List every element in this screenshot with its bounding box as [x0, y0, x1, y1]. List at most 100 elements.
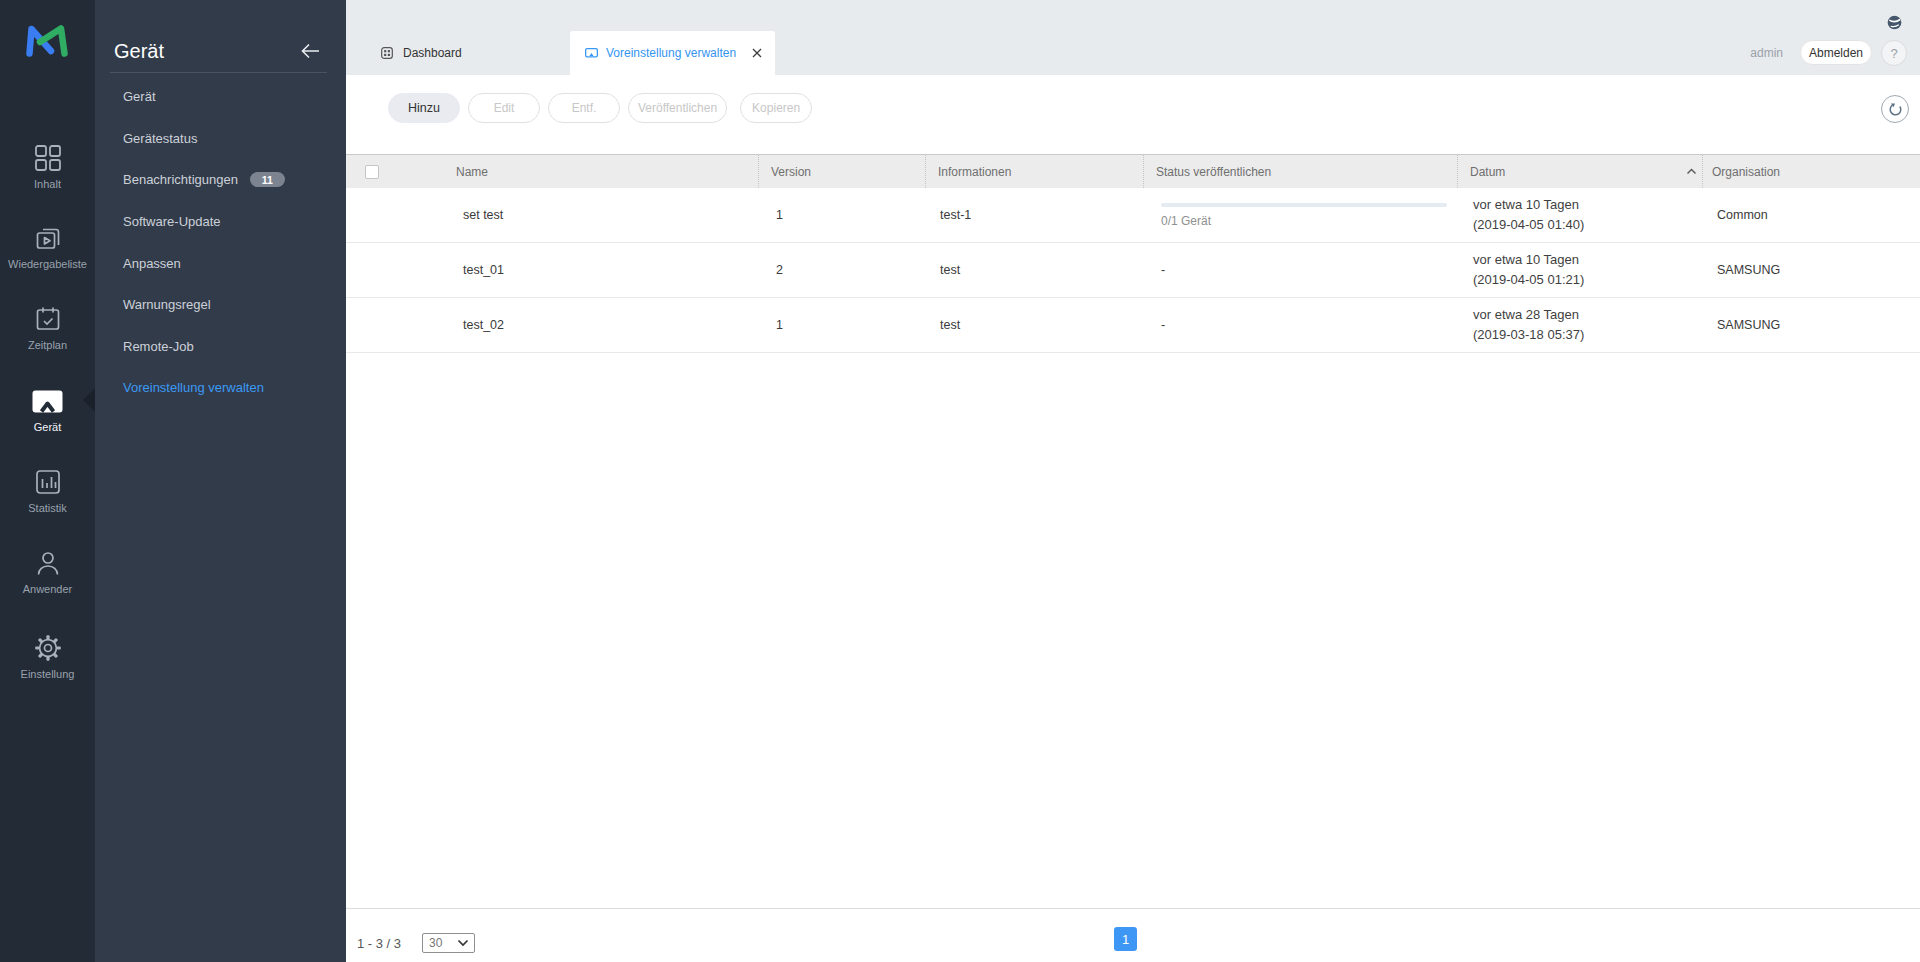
range-label: 1 - 3 / 3 — [357, 936, 401, 951]
toolbar-button-entf[interactable]: Entf. — [548, 93, 620, 123]
table-row[interactable]: test_01 2 test - vor etwa 10 Tagen(2019-04-0… — [346, 243, 1920, 298]
sidebar-collapse-arrow-icon[interactable] — [300, 43, 320, 63]
dashboard-icon — [381, 47, 393, 59]
sidebar-item-label: Voreinstellung verwalten — [123, 380, 264, 395]
toolbar-button-hinzu[interactable]: Hinzu — [388, 93, 460, 123]
cell-date-relative: vor etwa 28 Tagen — [1473, 305, 1579, 325]
toolbar: Hinzu Edit Entf. Veröffentlichen Kopieren — [346, 75, 1920, 154]
table-header: Name Version Informationen Status veröff… — [346, 154, 1920, 188]
sidebar-item-anpassen[interactable]: Anpassen — [123, 242, 346, 284]
notification-count-badge: 11 — [250, 172, 285, 187]
page-button-1[interactable]: 1 — [1114, 927, 1137, 951]
toolbar-button-veroeffentlichen[interactable]: Veröffentlichen — [628, 93, 727, 123]
tab-active-label: Voreinstellung verwalten — [606, 46, 736, 60]
sidebar-item-geraetestatus[interactable]: Gerätestatus — [123, 118, 346, 160]
main-content: Dashboard Voreinstellung verwalten — [346, 0, 1920, 962]
column-header-informationen[interactable]: Informationen — [925, 155, 1143, 188]
tab-bar: Dashboard Voreinstellung verwalten — [346, 0, 1920, 75]
chevron-down-icon — [457, 939, 469, 947]
grid-icon — [0, 143, 95, 173]
cell-name: test_01 — [463, 263, 504, 277]
rail-item-label: Wiedergabeliste — [0, 258, 95, 270]
sidebar-item-label: Anpassen — [123, 256, 181, 271]
column-header-version[interactable]: Version — [758, 155, 925, 188]
toolbar-button-edit[interactable]: Edit — [468, 93, 540, 123]
gear-icon — [0, 633, 95, 663]
refresh-button[interactable] — [1881, 95, 1909, 123]
tab-dashboard-label: Dashboard — [403, 46, 462, 60]
pagination-footer: 1 - 3 / 3 30 1 — [346, 908, 1920, 962]
refresh-icon — [1887, 101, 1904, 118]
sidebar-item-label: Software-Update — [123, 214, 221, 229]
rail-item-anwender[interactable]: Anwender — [0, 548, 95, 595]
rail-item-label: Inhalt — [0, 178, 95, 190]
cell-name: set test — [463, 208, 503, 222]
app-logo[interactable] — [25, 24, 69, 62]
sidebar-item-software-update[interactable]: Software-Update — [123, 201, 346, 243]
cell-organisation: SAMSUNG — [1717, 318, 1780, 332]
sidebar-item-benachrichtigungen[interactable]: Benachrichtigungen 11 — [123, 159, 346, 201]
sidebar-item-label: Warnungsregel — [123, 297, 211, 312]
rail-item-label: Einstellung — [0, 668, 95, 680]
cell-version: 2 — [776, 263, 783, 277]
column-header-datum[interactable]: Datum — [1457, 155, 1702, 188]
rail-item-wiedergabeliste[interactable]: Wiedergabeliste — [0, 223, 95, 270]
playlist-icon — [0, 223, 95, 253]
username: admin — [1750, 46, 1783, 60]
sidebar-item-label: Gerätestatus — [123, 131, 197, 146]
cell-status: - — [1161, 318, 1165, 332]
globe-icon[interactable] — [1887, 15, 1902, 34]
calendar-icon — [0, 304, 95, 334]
sidebar-item-label: Gerät — [123, 89, 156, 104]
sidebar: Gerät Gerät Gerätestatus Benachrichtigunge… — [95, 0, 346, 962]
logout-button[interactable]: Abmelden — [1800, 40, 1872, 65]
sidebar-item-label: Benachrichtigungen — [123, 172, 238, 187]
rail-item-label: Zeitplan — [0, 339, 95, 351]
cell-date-relative: vor etwa 10 Tagen — [1473, 195, 1579, 215]
sidebar-item-remote-job[interactable]: Remote-Job — [123, 326, 346, 368]
cell-date-absolute: (2019-03-18 05:37) — [1473, 325, 1584, 345]
cell-name: test_02 — [463, 318, 504, 332]
rail-item-label: Anwender — [0, 583, 95, 595]
cell-informationen: test — [940, 318, 960, 332]
close-icon[interactable] — [752, 48, 762, 58]
rail-item-statistik[interactable]: Statistik — [0, 467, 95, 514]
column-header-status[interactable]: Status veröffentlichen — [1143, 155, 1457, 188]
sidebar-item-voreinstellung-verwalten[interactable]: Voreinstellung verwalten — [123, 367, 346, 409]
sidebar-item-geraet[interactable]: Gerät — [123, 76, 346, 118]
icon-rail: Inhalt Wiedergabeliste Zeitplan Gerät Statis… — [0, 0, 95, 962]
publish-progress-bar — [1161, 203, 1447, 207]
sidebar-title: Gerät — [114, 40, 164, 63]
sidebar-divider — [110, 72, 327, 73]
cell-date-relative: vor etwa 10 Tagen — [1473, 250, 1579, 270]
tab-dashboard[interactable]: Dashboard — [381, 43, 462, 63]
monitor-icon — [0, 386, 95, 416]
cell-date-absolute: (2019-04-05 01:21) — [1473, 270, 1584, 290]
toolbar-button-kopieren[interactable]: Kopieren — [740, 93, 812, 123]
cell-informationen: test-1 — [940, 208, 971, 222]
rail-item-geraet[interactable]: Gerät — [0, 386, 95, 433]
rail-item-einstellung[interactable]: Einstellung — [0, 633, 95, 680]
cell-version: 1 — [776, 318, 783, 332]
cell-status: - — [1161, 263, 1165, 277]
table-row[interactable]: test_02 1 test - vor etwa 28 Tagen(2019-03-1… — [346, 298, 1920, 353]
rail-item-label: Statistik — [0, 502, 95, 514]
cell-status: 0/1 Gerät — [1161, 214, 1211, 228]
column-header-name[interactable]: Name — [440, 155, 758, 188]
rail-item-inhalt[interactable]: Inhalt — [0, 143, 95, 190]
page-size-select[interactable]: 30 — [422, 933, 475, 953]
cell-informationen: test — [940, 263, 960, 277]
active-rail-pointer — [83, 388, 95, 412]
sidebar-item-label: Remote-Job — [123, 339, 194, 354]
stats-icon — [0, 467, 95, 497]
column-header-organisation[interactable]: Organisation — [1702, 155, 1920, 188]
rail-item-zeitplan[interactable]: Zeitplan — [0, 304, 95, 351]
help-button[interactable]: ? — [1881, 40, 1907, 66]
cell-organisation: SAMSUNG — [1717, 263, 1780, 277]
sidebar-item-warnungsregel[interactable]: Warnungsregel — [123, 284, 346, 326]
select-all-checkbox[interactable] — [365, 165, 379, 179]
cell-version: 1 — [776, 208, 783, 222]
user-icon — [0, 548, 95, 578]
tab-voreinstellung-verwalten[interactable]: Voreinstellung verwalten — [570, 31, 775, 75]
table-row[interactable]: set test 1 test-1 0/1 Gerät vor etwa 10 Tage… — [346, 188, 1920, 243]
